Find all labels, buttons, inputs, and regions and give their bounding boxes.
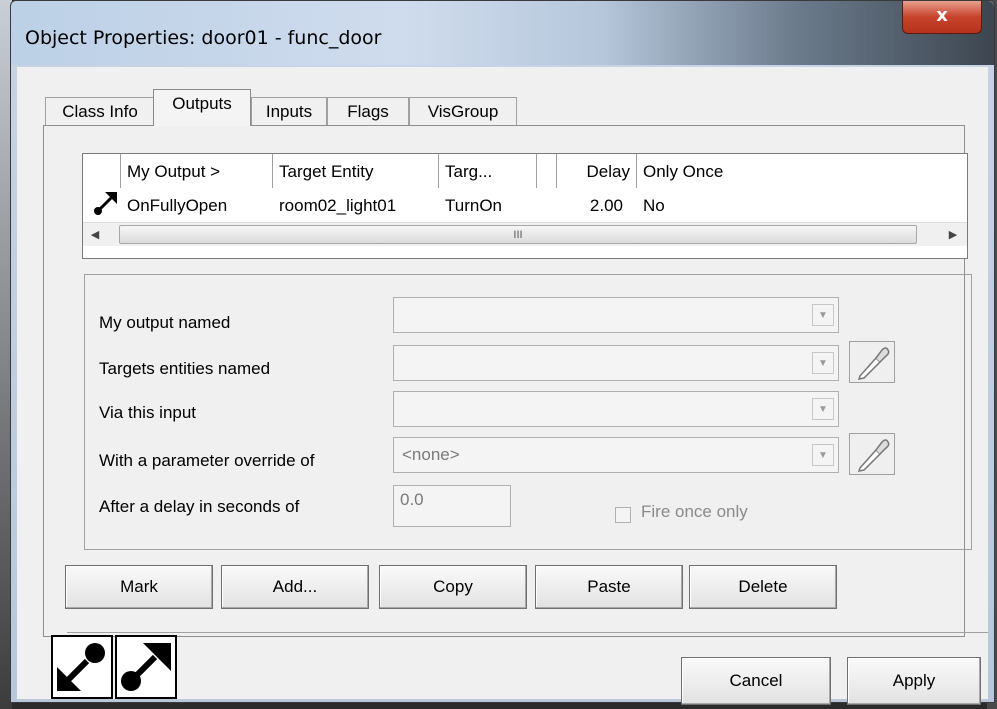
cell-only-once: No bbox=[643, 196, 665, 215]
object-properties-window: Object Properties: door01 - func_door x … bbox=[10, 0, 995, 705]
input-combo[interactable]: ▼ bbox=[393, 391, 839, 427]
table-row[interactable]: OnFullyOpen room02_light01 TurnOn 2.00 N… bbox=[83, 188, 967, 222]
delay-input[interactable]: 0.0 bbox=[393, 485, 511, 527]
column-header-target-input[interactable]: Targ... bbox=[439, 154, 537, 188]
apply-button[interactable]: Apply bbox=[847, 657, 981, 705]
inputs-view-button[interactable] bbox=[51, 635, 113, 699]
cell-delay: 2.00 bbox=[589, 196, 623, 215]
outputs-list[interactable]: My Output > Target Entity Targ... Delay … bbox=[82, 153, 968, 259]
output-combo[interactable]: ▼ bbox=[393, 297, 839, 333]
tab-class-info[interactable]: Class Info bbox=[45, 97, 155, 125]
horizontal-scrollbar[interactable]: ◀ III ▶ bbox=[83, 222, 967, 246]
divider bbox=[67, 632, 988, 633]
connection-editor: My output named ▼ Targets entities named… bbox=[84, 274, 972, 550]
fire-once-label[interactable]: Fire once only bbox=[641, 502, 748, 522]
outputs-view-button[interactable] bbox=[115, 635, 177, 699]
window-title: Object Properties: door01 - func_door bbox=[25, 27, 382, 49]
input-label: Via this input bbox=[99, 403, 197, 422]
dialog-client: Class Info Outputs Inputs Flags VisGroup… bbox=[17, 67, 988, 705]
close-button[interactable]: x bbox=[902, 1, 982, 34]
column-header-delay[interactable]: Delay bbox=[557, 154, 637, 188]
tab-flags[interactable]: Flags bbox=[327, 97, 409, 125]
column-header-target-entity[interactable]: Target Entity bbox=[273, 154, 439, 188]
chevron-down-icon[interactable]: ▼ bbox=[812, 352, 834, 374]
parameter-value: <none> bbox=[402, 445, 460, 464]
eyedropper-button[interactable] bbox=[849, 341, 895, 383]
tab-outputs[interactable]: Outputs bbox=[153, 89, 251, 126]
output-arrow-icon bbox=[87, 188, 121, 222]
eyedropper-icon bbox=[857, 347, 890, 380]
output-label: My output named bbox=[99, 313, 231, 332]
fire-once-checkbox[interactable] bbox=[615, 507, 631, 523]
parameter-combo[interactable]: <none> ▼ bbox=[393, 437, 839, 473]
cell-my-output: OnFullyOpen bbox=[127, 196, 228, 215]
targets-label: Targets entities named bbox=[99, 359, 271, 378]
paste-button[interactable]: Paste bbox=[535, 565, 683, 609]
delete-button[interactable]: Delete bbox=[689, 565, 837, 609]
column-header-my-output[interactable]: My Output > bbox=[121, 154, 273, 188]
parameter-label: With a parameter override of bbox=[99, 451, 315, 470]
eyedropper-icon bbox=[857, 439, 890, 472]
column-header-icon[interactable] bbox=[83, 154, 121, 188]
list-header: My Output > Target Entity Targ... Delay … bbox=[83, 154, 967, 189]
tab-visgroup[interactable]: VisGroup bbox=[409, 97, 517, 125]
cancel-button[interactable]: Cancel bbox=[681, 657, 831, 705]
target-combo[interactable]: ▼ bbox=[393, 345, 839, 381]
scroll-right-icon[interactable]: ▶ bbox=[943, 225, 963, 245]
eyedropper-button-2[interactable] bbox=[849, 433, 895, 475]
mark-button[interactable]: Mark bbox=[65, 565, 213, 609]
chevron-down-icon[interactable]: ▼ bbox=[812, 304, 834, 326]
title-bar[interactable]: Object Properties: door01 - func_door x bbox=[11, 1, 994, 65]
outputs-panel: My Output > Target Entity Targ... Delay … bbox=[43, 125, 972, 637]
tab-inputs[interactable]: Inputs bbox=[251, 97, 327, 125]
cell-target-entity: room02_light01 bbox=[279, 196, 397, 215]
copy-button[interactable]: Copy bbox=[379, 565, 527, 609]
input-arrow-icon bbox=[57, 643, 105, 691]
output-arrow-icon bbox=[121, 643, 171, 691]
scroll-thumb[interactable]: III bbox=[119, 225, 917, 244]
column-header-parameter[interactable] bbox=[537, 154, 557, 188]
chevron-down-icon[interactable]: ▼ bbox=[812, 444, 834, 466]
chevron-down-icon[interactable]: ▼ bbox=[812, 398, 834, 420]
delay-label: After a delay in seconds of bbox=[99, 497, 300, 516]
column-header-only-once[interactable]: Only Once bbox=[637, 154, 967, 188]
cell-target-input: TurnOn bbox=[445, 196, 503, 215]
scroll-left-icon[interactable]: ◀ bbox=[85, 225, 105, 245]
add-button[interactable]: Add... bbox=[221, 565, 369, 609]
